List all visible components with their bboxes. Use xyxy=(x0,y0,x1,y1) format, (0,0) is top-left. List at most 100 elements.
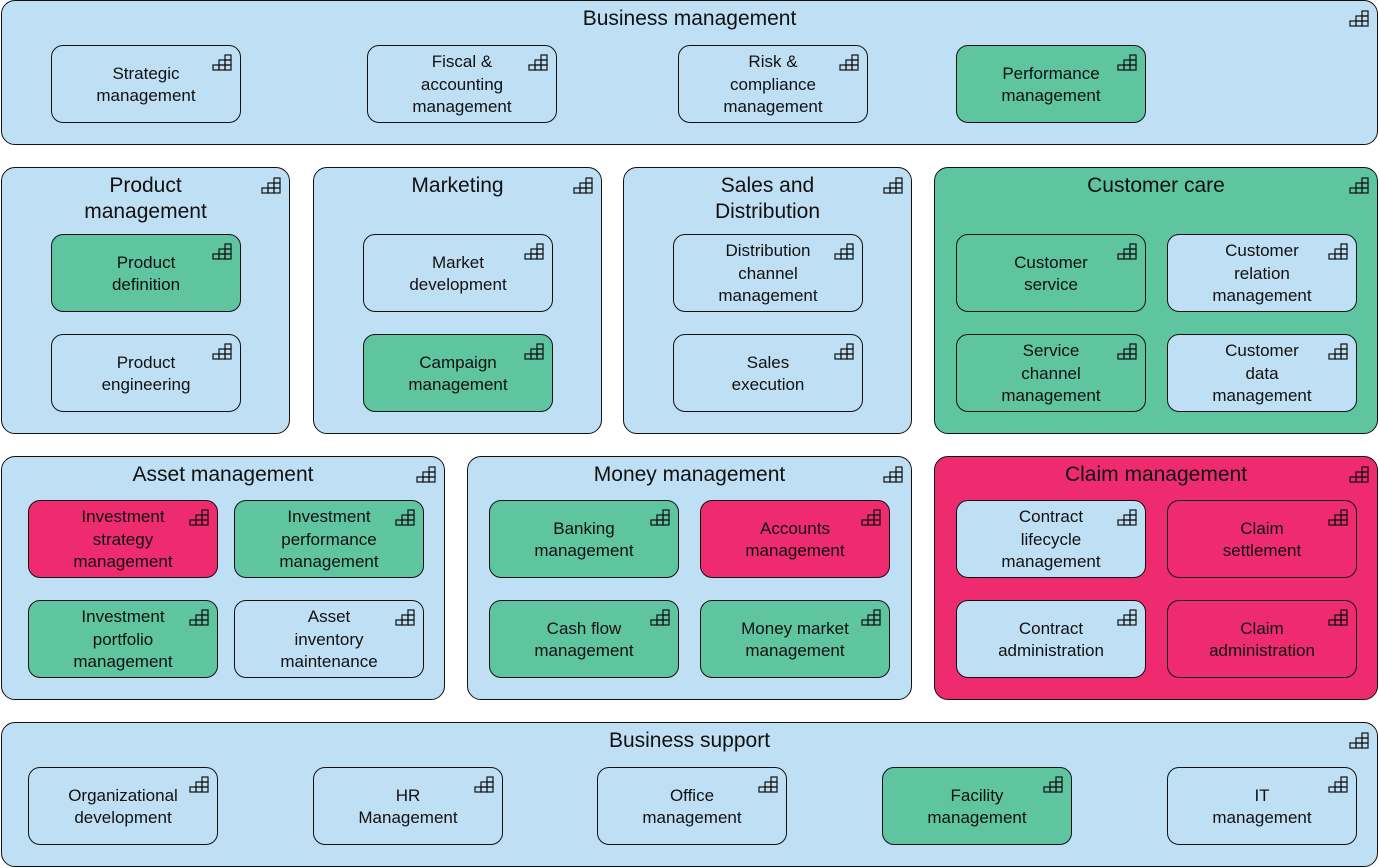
capability-icon xyxy=(212,342,234,360)
capability-sales-execution[interactable]: Sales execution xyxy=(673,334,863,412)
capability-investment-portfolio-management[interactable]: Investment portfolio management xyxy=(28,600,218,678)
capability-performance-management[interactable]: Performance management xyxy=(956,45,1146,123)
capability-it-management[interactable]: IT management xyxy=(1167,767,1357,845)
capability-label: Contract lifecycle management xyxy=(1001,507,1101,572)
capability-hr-management[interactable]: HR Management xyxy=(313,767,503,845)
capability-icon xyxy=(861,608,883,626)
capability-label: Investment performance management xyxy=(279,507,379,572)
capability-product-definition[interactable]: Product definition xyxy=(51,234,241,312)
capability-label: HR Management xyxy=(358,785,458,828)
capability-label: Customer data management xyxy=(1212,341,1312,406)
capability-label: Cash flow management xyxy=(534,618,634,661)
capability-label: Strategic management xyxy=(96,63,196,106)
capability-icon xyxy=(474,775,496,793)
capability-label: Banking management xyxy=(534,518,634,561)
capability-icon xyxy=(1349,9,1371,27)
capability-icon xyxy=(1328,242,1350,260)
capability-investment-strategy-management[interactable]: Investment strategy management xyxy=(28,500,218,578)
capability-label: Risk & compliance management xyxy=(723,52,823,117)
capability-customer-relation-management[interactable]: Customer relation management xyxy=(1167,234,1357,312)
capability-accounts-management[interactable]: Accounts management xyxy=(700,500,890,578)
capability-campaign-management[interactable]: Campaign management xyxy=(363,334,553,412)
group-title: Business support xyxy=(608,729,771,752)
capability-icon xyxy=(1349,176,1371,194)
capability-label: Customer service xyxy=(1014,252,1088,295)
capability-icon xyxy=(839,53,861,71)
capability-label: Contract administration xyxy=(998,618,1104,661)
capability-icon xyxy=(758,775,780,793)
capability-icon xyxy=(189,508,211,526)
capability-product-engineering[interactable]: Product engineering xyxy=(51,334,241,412)
capability-distribution-channel-management[interactable]: Distribution channel management xyxy=(673,234,863,312)
group-title: Business management xyxy=(582,7,797,30)
capability-label: Campaign management xyxy=(408,352,508,395)
capability-label: Claim administration xyxy=(1209,618,1315,661)
capability-cash-flow-management[interactable]: Cash flow management xyxy=(489,600,679,678)
capability-label: Facility management xyxy=(927,785,1027,828)
capability-strategic-management[interactable]: Strategic management xyxy=(51,45,241,123)
capability-banking-management[interactable]: Banking management xyxy=(489,500,679,578)
capability-icon xyxy=(573,176,595,194)
capability-icon xyxy=(1349,731,1371,749)
capability-icon xyxy=(1117,342,1139,360)
capability-customer-service[interactable]: Customer service xyxy=(956,234,1146,312)
capability-icon xyxy=(212,53,234,71)
capability-facility-management[interactable]: Facility management xyxy=(882,767,1072,845)
capability-icon xyxy=(1117,53,1139,71)
capability-risk-compliance-management[interactable]: Risk & compliance management xyxy=(678,45,868,123)
capability-customer-data-management[interactable]: Customer data management xyxy=(1167,334,1357,412)
capability-icon xyxy=(883,465,905,483)
capability-label: Market development xyxy=(409,252,507,295)
capability-icon xyxy=(861,508,883,526)
capability-icon xyxy=(883,176,905,194)
group-title: Asset management xyxy=(132,463,314,486)
capability-fiscal-accounting-management[interactable]: Fiscal & accounting management xyxy=(367,45,557,123)
capability-icon xyxy=(189,775,211,793)
capability-icon xyxy=(1117,508,1139,526)
capability-label: Accounts management xyxy=(745,518,845,561)
capability-icon xyxy=(1328,775,1350,793)
capability-label: Sales execution xyxy=(731,352,805,395)
capability-icon xyxy=(528,53,550,71)
capability-service-channel-management[interactable]: Service channel management xyxy=(956,334,1146,412)
capability-icon xyxy=(1328,608,1350,626)
capability-icon xyxy=(1117,242,1139,260)
capability-icon xyxy=(650,508,672,526)
capability-label: Product definition xyxy=(111,252,181,295)
capability-organizational-development[interactable]: Organizational development xyxy=(28,767,218,845)
capability-label: IT management xyxy=(1212,785,1312,828)
capability-icon xyxy=(834,242,856,260)
capability-icon xyxy=(1043,775,1065,793)
capability-icon xyxy=(1328,342,1350,360)
capability-label: Performance management xyxy=(1001,63,1101,106)
capability-icon xyxy=(834,342,856,360)
capability-label: Product engineering xyxy=(101,352,191,395)
group-title: Product management xyxy=(84,174,207,223)
group-title: Sales and Distribution xyxy=(714,174,821,223)
capability-label: Office management xyxy=(642,785,742,828)
capability-icon xyxy=(524,342,546,360)
capability-office-management[interactable]: Office management xyxy=(597,767,787,845)
capability-label: Distribution channel management xyxy=(718,241,818,306)
capability-market-development[interactable]: Market development xyxy=(363,234,553,312)
capability-money-market-management[interactable]: Money market management xyxy=(700,600,890,678)
capability-contract-lifecycle-management[interactable]: Contract lifecycle management xyxy=(956,500,1146,578)
capability-icon xyxy=(189,608,211,626)
capability-contract-administration[interactable]: Contract administration xyxy=(956,600,1146,678)
capability-claim-administration[interactable]: Claim administration xyxy=(1167,600,1357,678)
capability-label: Claim settlement xyxy=(1222,518,1302,561)
group-title: Customer care xyxy=(1087,174,1225,197)
capability-icon xyxy=(416,465,438,483)
capability-icon xyxy=(524,242,546,260)
capability-label: Customer relation management xyxy=(1212,241,1312,306)
capability-label: Organizational development xyxy=(68,785,178,828)
capability-investment-performance-management[interactable]: Investment performance management xyxy=(234,500,424,578)
capability-icon xyxy=(395,508,417,526)
capability-claim-settlement[interactable]: Claim settlement xyxy=(1167,500,1357,578)
capability-label: Investment portfolio management xyxy=(73,607,173,672)
group-title: Marketing xyxy=(411,174,504,197)
capability-asset-inventory-maintenance[interactable]: Asset inventory maintenance xyxy=(234,600,424,678)
capability-label: Asset inventory maintenance xyxy=(280,607,378,672)
capability-label: Money market management xyxy=(741,618,849,661)
capability-icon xyxy=(650,608,672,626)
